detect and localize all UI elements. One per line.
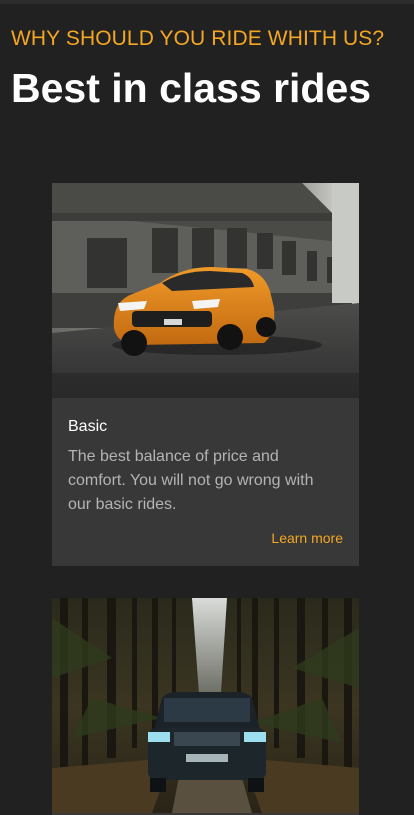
card-title: Basic — [68, 418, 108, 435]
section-eyebrow: WHY SHOULD YOU RIDE WHITH US? — [11, 27, 385, 50]
top-strip — [0, 0, 414, 4]
card-description: The best balance of price and comfort. Y… — [68, 448, 314, 513]
page: WHY SHOULD YOU RIDE WHITH US? Best in cl… — [0, 0, 414, 815]
learn-more-link[interactable]: Learn more — [271, 529, 343, 547]
ride-card-suv — [52, 598, 359, 815]
ride-card-basic: Basic The best balance of price and comf… — [52, 183, 359, 566]
card-image-orange-hatchback — [52, 183, 359, 398]
card-image-black-suv — [52, 598, 359, 813]
section-headline: Best in class rides — [11, 65, 372, 111]
